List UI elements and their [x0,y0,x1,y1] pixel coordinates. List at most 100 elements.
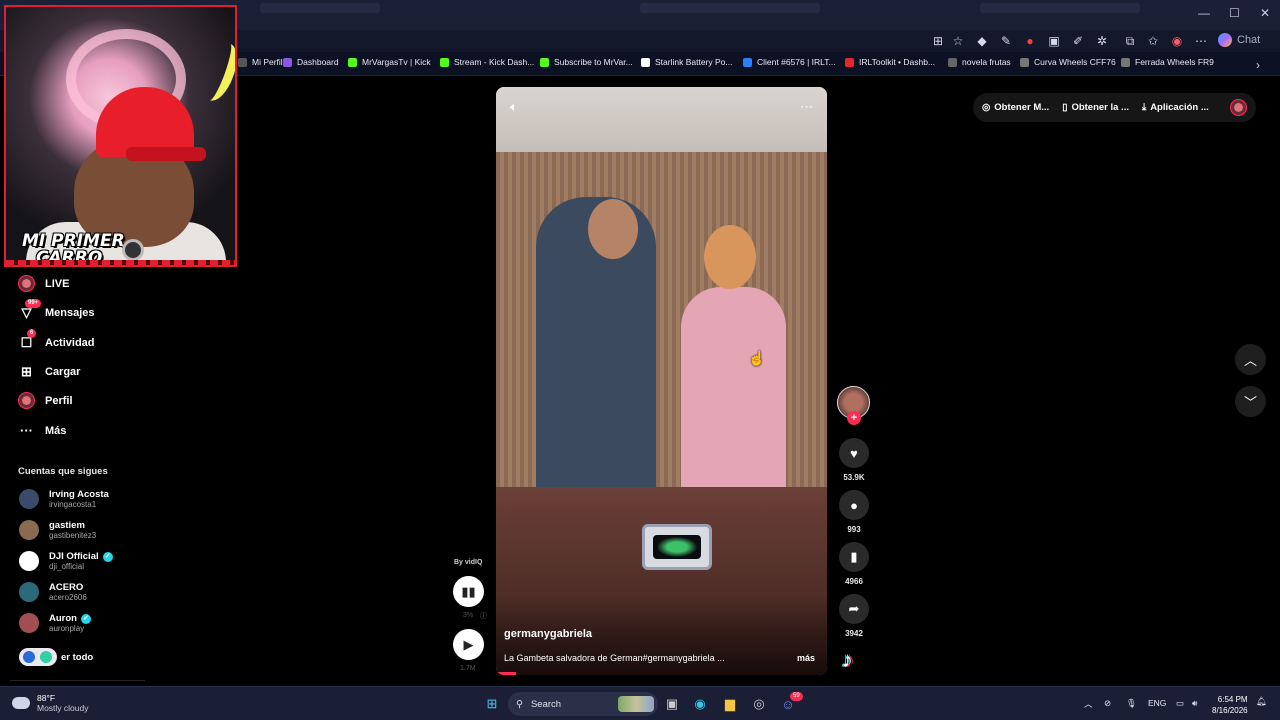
bookmark-label: Ferrada Wheels FR9 [1135,57,1214,67]
download-app-button[interactable]: ⤓ Aplicación ... [1142,102,1209,113]
account-handle: gastibenitez3 [49,531,97,540]
get-app-button[interactable]: ▯ Obtener la ... [1062,102,1129,113]
extension-icon[interactable]: ◆ [974,33,990,49]
extension-icon[interactable]: ✎ [998,33,1014,49]
bookmarks-overflow-chevron-icon[interactable]: › [1250,57,1266,73]
taskbar-search[interactable]: ⚲ Search [508,692,658,716]
bookmark-favicon-icon [743,57,752,67]
bookmark-item[interactable]: Subscribe to MrVar... [540,57,633,67]
bookmark-item[interactable]: novela frutas [948,57,1011,67]
volume-icon[interactable]: 🔈︎ [510,99,518,115]
obs-icon[interactable]: ◎ [749,695,769,713]
bookmark-label: Mi Perfil [252,57,283,67]
user-avatar[interactable] [1230,99,1247,116]
bookmark-label: Stream - Kick Dash... [454,57,535,67]
favorites-icon[interactable]: ✩ [1145,33,1161,49]
display-icon[interactable]: ▭ [1176,698,1184,709]
sidebar-item-more[interactable]: ··· Más [18,422,66,439]
task-view-icon[interactable]: ▣ [662,695,682,713]
share-action[interactable]: ➦ 3942 [838,594,870,638]
following-account[interactable]: ACERO acero2606 [19,582,87,602]
like-action[interactable]: ♥ 53.9K [838,438,870,482]
play-button[interactable]: ▶ [453,629,484,660]
save-action[interactable]: ▮ 4966 [838,542,870,586]
bookmark-item[interactable]: Stream - Kick Dash... [440,57,534,67]
taskbar-clock[interactable]: 6:54 PM 8/16/2026 [1212,694,1248,716]
description-more-link[interactable]: más [797,653,815,663]
language-indicator[interactable]: ENG [1148,698,1166,708]
see-all-link[interactable]: er todo [19,648,93,666]
vidiq-toggle-pill[interactable] [19,648,57,666]
bookmark-item[interactable]: Dashboard [283,57,339,67]
account-avatar [19,613,39,633]
tiktok-logo-icon[interactable]: ♪ [842,647,853,673]
following-account[interactable]: Auron ✓ auronplay [19,613,91,633]
activity-badge: 6 [27,329,37,338]
extension-icon[interactable]: ▣ [1046,33,1062,49]
bookmark-item[interactable]: Client #6576 | IRLT... [743,57,836,67]
info-icon[interactable]: ⓘ [480,611,487,621]
video-description: La Gambeta salvadora de German#germanyga… [504,653,725,663]
video-player[interactable]: 🔈︎ ⋯ germanygabriela La Gambeta salvador… [496,87,827,675]
video-device [642,524,712,570]
microphone-icon[interactable]: 🎙︎ [1126,698,1137,709]
bookmark-item[interactable]: Starlink Battery Po... [641,57,732,67]
bookmark-item[interactable]: MrVargasTv | Kick [348,57,431,67]
close-button[interactable]: ✕ [1260,6,1270,20]
bookmark-item[interactable]: Mi Perfil [238,57,283,67]
minimize-button[interactable]: — [1198,6,1210,20]
video-options-icon[interactable]: ⋯ [800,99,813,115]
following-account[interactable]: Irving Acosta irvingacosta1 [19,489,109,509]
video-progress-bar[interactable] [496,672,516,675]
bookmark-item[interactable]: Ferrada Wheels FR9 [1121,57,1214,67]
split-screen-icon[interactable]: ⧉ [1122,33,1138,49]
notification-bell-icon[interactable]: 🔔︎ [1256,696,1267,707]
bookmark-item[interactable]: IRLToolkit • Dashb... [845,57,935,67]
video-ceiling [496,87,827,155]
next-video-button[interactable]: ﹀ [1235,386,1266,417]
tray-overflow-chevron-icon[interactable]: ︿ [1084,698,1093,710]
network-off-icon[interactable]: ⊘ [1104,698,1111,709]
messages-icon: ▽ 99+ [18,299,42,321]
pen-icon[interactable]: ✐ [1070,33,1086,49]
following-account[interactable]: gastiem gastibenitez3 [19,520,96,540]
sidebar-item-live[interactable]: LIVE [18,275,69,292]
copilot-chat-button[interactable]: Chat [1218,31,1260,49]
bookmark-label: Dashboard [297,57,339,67]
weather-condition: Mostly cloudy [37,703,89,713]
bookmark-item[interactable]: Curva Wheels CFF76 [1020,57,1116,67]
sidebar-item-profile[interactable]: Perfil [18,392,73,409]
sidebar-item-activity[interactable]: ☐ 6 Actividad [18,329,95,351]
volume-tray-icon[interactable]: 🔊︎ [1192,698,1197,709]
favorite-star-icon[interactable]: ☆ [950,33,966,49]
sidebar-item-messages[interactable]: ▽ 99+ Mensajes [18,299,95,321]
clock-time: 6:54 PM [1217,695,1248,704]
vidiq-label: By vidIQ [454,559,483,566]
account-name: Irving Acosta [49,489,109,500]
edge-browser-icon[interactable]: ◉ [690,695,710,713]
maximize-button[interactable]: ☐ [1229,6,1240,20]
more-icon: ··· [20,423,33,438]
following-account[interactable]: DJI Official ✓ dji_official [19,551,113,571]
windows-start-icon[interactable]: ⊞ [482,695,502,713]
account-handle: irvingacosta1 [49,500,97,509]
menu-icon[interactable]: ⋯ [1193,33,1209,49]
get-coins-button[interactable]: ◎ Obtener M... [982,102,1049,113]
clock-date: 8/16/2026 [1212,706,1248,715]
messages-badge: 99+ [25,299,42,308]
extension-icon[interactable]: ● [1022,33,1038,49]
previous-video-button[interactable]: ︿ [1235,344,1266,375]
download-app-label: Aplicación ... [1150,102,1209,113]
puzzle-icon[interactable]: ✲ [1094,33,1110,49]
file-explorer-icon[interactable]: ▆ [720,695,740,713]
follow-plus-button[interactable]: + [847,411,861,425]
wheel-icon [122,239,144,261]
profile-icon[interactable]: ◉ [1169,33,1185,49]
app-icon[interactable]: ⊞ [930,33,946,49]
vidiq-stats-button[interactable]: ▮▮ [453,576,484,607]
sidebar-item-upload[interactable]: ⊞ Cargar [18,363,80,380]
weather-widget[interactable]: 88°F Mostly cloudy [12,693,89,713]
video-author[interactable]: germanygabriela [504,628,592,640]
comment-action[interactable]: ● 993 [838,490,870,534]
get-coins-label: Obtener M... [994,102,1050,113]
